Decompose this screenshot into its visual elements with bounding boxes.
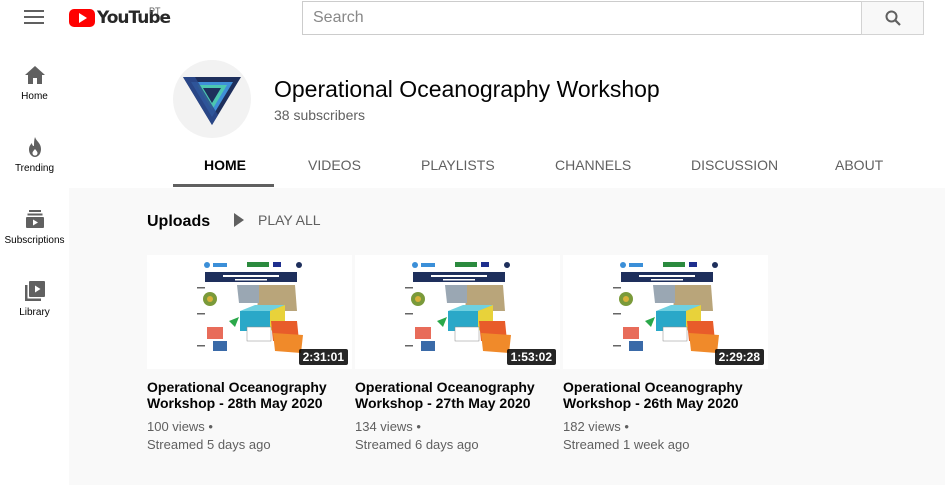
tab-videos[interactable]: VIDEOS xyxy=(308,157,361,173)
sidebar-item-label: Library xyxy=(19,307,50,318)
video-title-line: Workshop - 28th May 2020 xyxy=(147,395,323,411)
video-metadata: 134 views • Streamed 6 days ago xyxy=(355,418,560,454)
sidebar-item-label: Trending xyxy=(14,163,55,174)
video-card[interactable]: 2:29:28 Operational Oceanography Worksho… xyxy=(563,255,768,454)
video-card[interactable]: 1:53:02 Operational Oceanography Worksho… xyxy=(355,255,560,454)
home-icon xyxy=(24,66,45,84)
video-title-line: Workshop - 26th May 2020 xyxy=(563,395,739,411)
video-thumbnail[interactable]: 2:29:28 xyxy=(563,255,768,369)
video-title[interactable]: Operational Oceanography Workshop - 26th… xyxy=(563,379,768,411)
stream-date: Streamed 6 days ago xyxy=(355,437,479,452)
sidebar-item-library[interactable]: Library xyxy=(0,256,69,318)
video-duration: 1:53:02 xyxy=(506,349,556,365)
section-title[interactable]: Uploads xyxy=(147,213,210,231)
library-icon xyxy=(24,281,45,301)
video-duration: 2:31:01 xyxy=(298,349,348,365)
tab-channels[interactable]: CHANNELS xyxy=(555,157,631,173)
video-thumbnail[interactable]: 1:53:02 xyxy=(355,255,560,369)
search-box xyxy=(302,1,862,35)
active-tab-indicator xyxy=(173,184,274,187)
view-count: 134 views • xyxy=(355,419,421,434)
play-all-button[interactable]: PLAY ALL xyxy=(234,212,321,228)
channel-avatar[interactable] xyxy=(173,60,251,138)
tab-about[interactable]: ABOUT xyxy=(835,157,883,173)
video-thumbnail[interactable]: 2:31:01 xyxy=(147,255,352,369)
view-count: 182 views • xyxy=(563,419,629,434)
sidebar-item-trending[interactable]: Trending xyxy=(0,112,69,174)
video-title-line: Operational Oceanography xyxy=(563,379,743,395)
view-count: 100 views • xyxy=(147,419,213,434)
play-all-label: PLAY ALL xyxy=(258,212,321,228)
youtube-play-icon xyxy=(69,9,95,27)
channel-title: Operational Oceanography Workshop xyxy=(274,76,660,102)
sidebar-item-label: Home xyxy=(21,91,48,102)
video-title-line: Workshop - 27th May 2020 xyxy=(355,395,531,411)
tab-home[interactable]: HOME xyxy=(204,157,246,173)
video-metadata: 100 views • Streamed 5 days ago xyxy=(147,418,352,454)
sidebar-item-home[interactable]: Home xyxy=(0,40,69,102)
search-icon xyxy=(885,10,901,26)
search-input[interactable] xyxy=(303,2,861,34)
sidebar: Home Trending Subscriptions Library xyxy=(0,40,69,485)
video-metadata: 182 views • Streamed 1 week ago xyxy=(563,418,768,454)
play-icon xyxy=(234,213,244,227)
video-duration: 2:29:28 xyxy=(714,349,764,365)
flame-icon xyxy=(28,137,41,157)
subscriber-count: 38 subscribers xyxy=(274,107,366,123)
top-bar: YouTube PT xyxy=(0,0,945,40)
video-title[interactable]: Operational Oceanography Workshop - 28th… xyxy=(147,379,352,411)
video-title-line: Operational Oceanography xyxy=(147,379,327,395)
region-code: PT xyxy=(149,6,161,16)
tab-discussion[interactable]: DISCUSSION xyxy=(691,157,778,173)
sidebar-item-subscriptions[interactable]: Subscriptions xyxy=(0,184,69,246)
stream-date: Streamed 1 week ago xyxy=(563,437,690,452)
subscriptions-icon xyxy=(25,210,44,228)
video-title[interactable]: Operational Oceanography Workshop - 27th… xyxy=(355,379,560,411)
channel-header: Operational Oceanography Workshop 38 sub… xyxy=(69,40,945,188)
video-card[interactable]: 2:31:01 Operational Oceanography Worksho… xyxy=(147,255,352,454)
channel-logo-icon xyxy=(183,77,241,125)
stream-date: Streamed 5 days ago xyxy=(147,437,271,452)
sidebar-item-label: Subscriptions xyxy=(4,235,65,246)
video-title-line: Operational Oceanography xyxy=(355,379,535,395)
tab-playlists[interactable]: PLAYLISTS xyxy=(421,157,495,173)
menu-icon[interactable] xyxy=(24,10,44,26)
search-button[interactable] xyxy=(861,1,924,35)
